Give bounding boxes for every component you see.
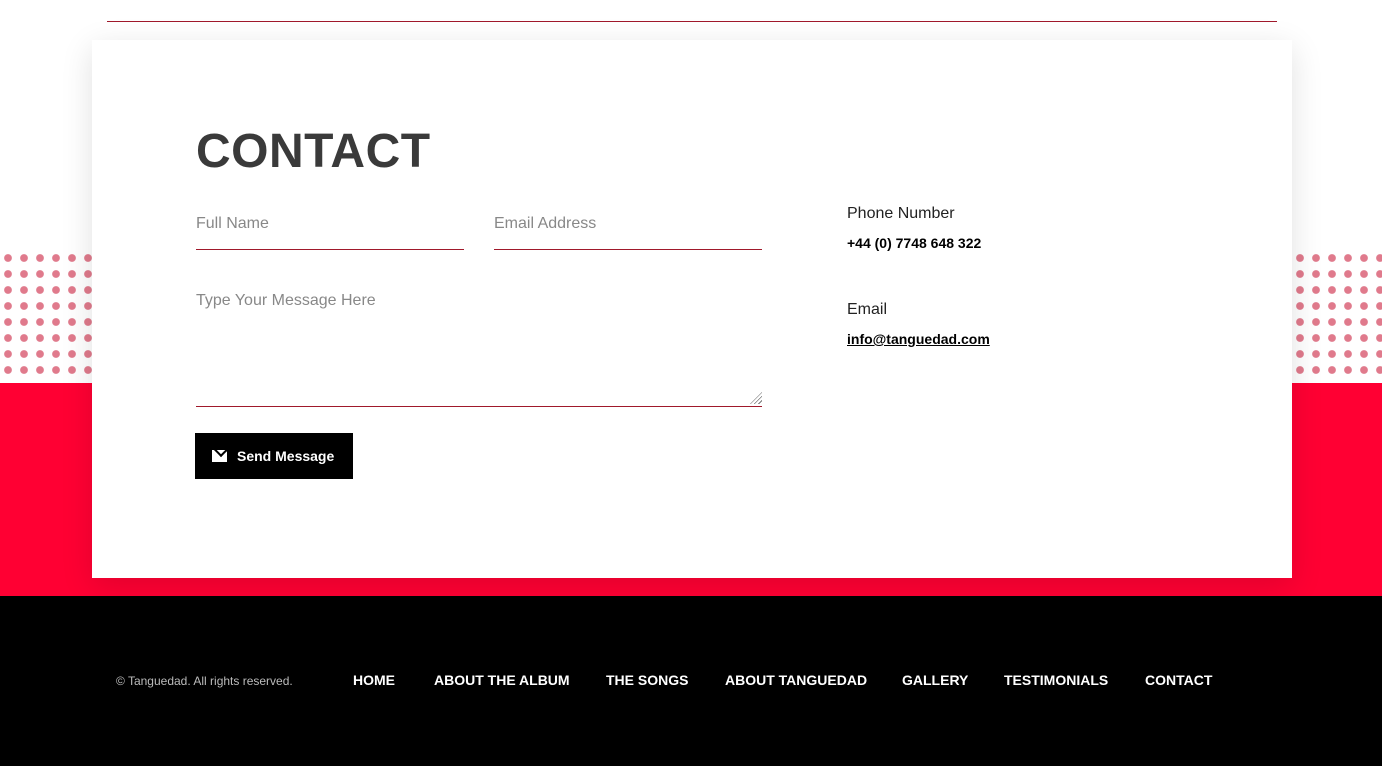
phone-label: Phone Number (847, 205, 955, 222)
email-label: Email (847, 301, 888, 318)
nav-testimonials[interactable]: TESTIMONIALS (1004, 672, 1108, 688)
nav-about-the-album[interactable]: ABOUT THE ALBUM (434, 672, 570, 688)
nav-gallery[interactable]: GALLERY (902, 672, 968, 688)
nav-home[interactable]: HOME (353, 672, 395, 688)
phone-value: +44 (0) 7748 648 322 (847, 235, 982, 251)
page-title: CONTACT (196, 125, 431, 178)
send-message-button[interactable]: Send Message (195, 433, 353, 479)
footer: © Tanguedad. All rights reserved. HOME A… (0, 596, 1382, 766)
nav-the-songs[interactable]: THE SONGS (606, 672, 688, 688)
full-name-input[interactable]: Full Name (196, 215, 464, 250)
button-label: Send Message (237, 448, 335, 464)
email-input[interactable]: Email Address (494, 215, 762, 250)
dot-pattern-left (0, 250, 92, 378)
nav-about-tanguedad[interactable]: ABOUT TANGUEDAD (725, 672, 867, 688)
nav-contact[interactable]: CONTACT (1145, 672, 1212, 688)
email-link[interactable]: info@tanguedad.com (847, 331, 990, 347)
copyright: © Tanguedad. All rights reserved. (116, 674, 293, 688)
placeholder: Type Your Message Here (196, 292, 376, 309)
dot-pattern-right (1292, 250, 1382, 378)
mail-icon (212, 450, 227, 462)
top-divider (107, 21, 1277, 22)
message-textarea[interactable]: Type Your Message Here (196, 292, 762, 407)
resize-handle-icon[interactable] (750, 392, 762, 404)
contact-card: CONTACT Full Name Email Address Type You… (92, 40, 1292, 578)
placeholder: Email Address (494, 215, 597, 232)
placeholder: Full Name (196, 215, 269, 232)
